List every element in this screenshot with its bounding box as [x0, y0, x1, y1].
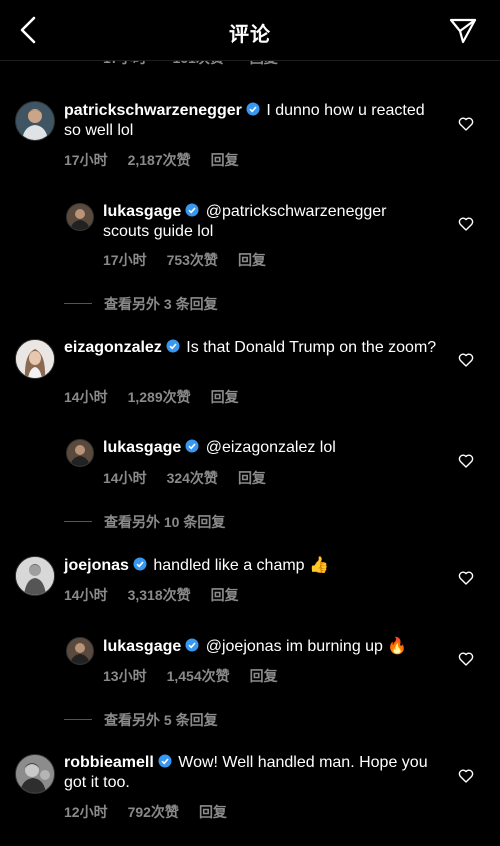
avatar[interactable]	[66, 203, 94, 231]
comment-meta: 14小时 1,289次赞 回复	[64, 387, 239, 407]
comment-likes[interactable]: 324次赞	[167, 470, 218, 486]
view-more-label: 查看另外 3 条回复	[104, 296, 218, 312]
comment-likes[interactable]: 3,318次赞	[128, 587, 191, 603]
comment-likes[interactable]: 1,454次赞	[167, 668, 230, 684]
comment-text: Is that Donald Trump on the zoom?	[186, 339, 437, 356]
reply-button[interactable]: 回复	[211, 587, 239, 603]
comment-username[interactable]: joejonas	[64, 557, 129, 574]
comment-time: 12小时	[64, 804, 108, 820]
avatar-image	[16, 755, 54, 793]
comment-meta: 14小时 324次赞 回复	[103, 468, 266, 488]
verified-badge-icon	[133, 557, 147, 571]
page-title: 评论	[229, 24, 271, 46]
heart-icon[interactable]	[458, 453, 474, 469]
avatar-image	[16, 557, 54, 595]
heart-icon[interactable]	[458, 352, 474, 368]
divider	[64, 303, 92, 304]
view-more-label: 查看另外 5 条回复	[104, 712, 218, 728]
avatar-image	[67, 440, 93, 466]
heart-icon[interactable]	[458, 651, 474, 667]
comment-text: handled like a champ	[153, 557, 305, 574]
comment-meta: 12小时 792次赞 回复	[64, 802, 227, 822]
avatar-image	[16, 340, 54, 378]
verified-badge-icon	[246, 102, 260, 116]
comment-time: 14小时	[64, 389, 108, 405]
view-more-label: 查看另外 10 条回复	[104, 514, 226, 530]
comment-body: joejonas handled like a champ 👍	[64, 555, 444, 576]
comment-text: @eizagonzalez lol	[205, 439, 336, 456]
view-more-replies[interactable]: 查看另外 10 条回复	[64, 512, 225, 532]
reply-button[interactable]: 回复	[199, 804, 227, 820]
view-more-replies[interactable]: 查看另外 5 条回复	[64, 710, 218, 730]
avatar-image	[16, 102, 54, 140]
verified-badge-icon	[166, 339, 180, 353]
reply-button[interactable]: 回复	[238, 252, 266, 268]
thumbs-up-emoji: 👍	[309, 555, 329, 574]
comment-body: lukasgage @eizagonzalez lol	[103, 438, 433, 458]
comment-username[interactable]: lukasgage	[103, 638, 181, 655]
comment-text: @joejonas im burning up	[205, 638, 383, 655]
comment-username[interactable]: lukasgage	[103, 203, 181, 220]
paper-plane-icon	[449, 18, 477, 44]
heart-icon[interactable]	[458, 216, 474, 232]
comment-time: 14小时	[103, 470, 147, 486]
avatar[interactable]	[66, 637, 94, 665]
verified-badge-icon	[185, 439, 199, 453]
comment-meta: 17小时 753次赞 回复	[103, 250, 266, 270]
view-more-replies[interactable]: 查看另外 3 条回复	[64, 294, 218, 314]
divider	[64, 719, 92, 720]
verified-badge-icon	[185, 203, 199, 217]
comment-meta: 17小时 2,187次赞 回复	[64, 150, 239, 170]
heart-icon[interactable]	[458, 116, 474, 132]
comment-meta: 13小时 1,454次赞 回复	[103, 666, 278, 686]
reply-button[interactable]: 回复	[238, 470, 266, 486]
reply-button[interactable]: 回复	[250, 668, 278, 684]
comment-username[interactable]: patrickschwarzenegger	[64, 102, 242, 119]
avatar[interactable]	[15, 339, 55, 379]
avatar-image	[67, 204, 93, 230]
comment-body: lukasgage @patrickschwarzenegger scouts …	[103, 202, 433, 242]
verified-badge-icon	[185, 638, 199, 652]
comment-time: 14小时	[64, 587, 108, 603]
comment-body: robbieamell Wow! Well handled man. Hope …	[64, 753, 444, 793]
comment-username[interactable]: robbieamell	[64, 754, 154, 771]
comment-meta: 14小时 3,318次赞 回复	[64, 585, 239, 605]
comment-likes[interactable]: 753次赞	[167, 252, 218, 268]
divider	[64, 521, 92, 522]
comment-username[interactable]: eizagonzalez	[64, 339, 162, 356]
comment-body: lukasgage @joejonas im burning up 🔥	[103, 636, 443, 657]
comment-time: 13小时	[103, 668, 147, 684]
reply-button[interactable]: 回复	[211, 389, 239, 405]
comment-time: 17小时	[103, 252, 147, 268]
comment-time: 17小时	[64, 152, 108, 168]
avatar[interactable]	[15, 754, 55, 794]
comment-body: patrickschwarzenegger I dunno how u reac…	[64, 101, 444, 141]
comment-likes[interactable]: 2,187次赞	[128, 152, 191, 168]
heart-icon[interactable]	[458, 570, 474, 586]
comment-username[interactable]: lukasgage	[103, 439, 181, 456]
verified-badge-icon	[158, 754, 172, 768]
avatar[interactable]	[15, 556, 55, 596]
avatar[interactable]	[66, 439, 94, 467]
comment-likes[interactable]: 792次赞	[128, 804, 179, 820]
comment-body: eizagonzalez Is that Donald Trump on the…	[64, 338, 444, 358]
fire-emoji: 🔥	[387, 636, 408, 655]
comment-likes[interactable]: 1,289次赞	[128, 389, 191, 405]
top-bar: 评论	[0, 0, 500, 61]
reply-button[interactable]: 回复	[211, 152, 239, 168]
avatar-image	[67, 638, 93, 664]
avatar[interactable]	[15, 101, 55, 141]
share-button[interactable]	[448, 16, 478, 46]
heart-icon[interactable]	[458, 768, 474, 784]
